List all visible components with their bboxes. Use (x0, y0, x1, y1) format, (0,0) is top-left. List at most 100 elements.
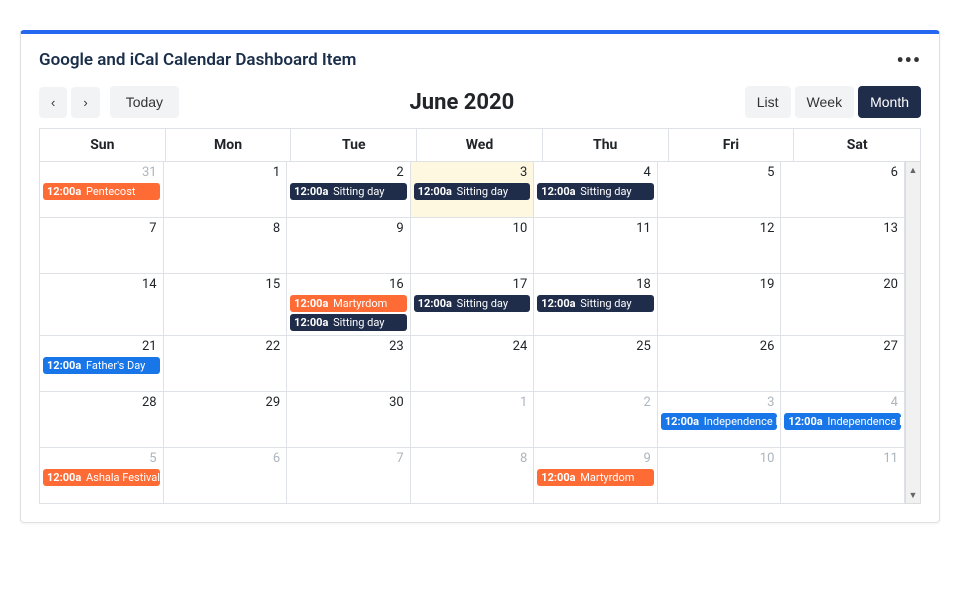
calendar-cell[interactable]: 26 (658, 336, 782, 392)
calendar-event[interactable]: 12:00a Sitting day (290, 183, 407, 200)
events-container: 12:00a Father's Day (40, 357, 163, 378)
day-number: 28 (40, 392, 163, 413)
day-number: 16 (287, 274, 410, 295)
event-title: Sitting day (454, 297, 508, 310)
events-container: 12:00a Martyrdom 12:00a Sitting day (287, 295, 410, 335)
day-number: 3 (411, 162, 534, 183)
calendar-cell[interactable]: 512:00a Ashala Festival (40, 448, 164, 504)
day-number: 20 (781, 274, 904, 295)
calendar-cell[interactable]: 1 (411, 392, 535, 448)
day-number: 11 (534, 218, 657, 239)
calendar-cell[interactable]: 1612:00a Martyrdom 12:00a Sitting day (287, 274, 411, 336)
day-number: 17 (411, 274, 534, 295)
calendar-event[interactable]: 12:00a Sitting day (290, 314, 407, 331)
calendar-cell[interactable]: 1812:00a Sitting day (534, 274, 658, 336)
view-week-button[interactable]: Week (795, 86, 855, 118)
prev-button[interactable]: ‹ (39, 87, 67, 118)
calendar-cell[interactable]: 20 (781, 274, 905, 336)
calendar-event[interactable]: 12:00a Sitting day (537, 295, 654, 312)
calendar-cell[interactable]: 9 (287, 218, 411, 274)
calendar-cell[interactable]: 8 (164, 218, 288, 274)
day-number: 7 (287, 448, 410, 469)
calendar-day-header: SunMonTueWedThuFriSat (39, 128, 921, 161)
calendar-cell[interactable]: 412:00a Sitting day (534, 162, 658, 218)
more-icon[interactable]: ••• (896, 48, 921, 72)
calendar-body: 3112:00a Pentecost1212:00a Sitting day31… (39, 161, 921, 504)
calendar-cell[interactable]: 14 (40, 274, 164, 336)
event-title: Sitting day (578, 297, 632, 310)
day-header-cell: Tue (291, 129, 417, 161)
calendar-cell[interactable]: 24 (411, 336, 535, 392)
day-header-cell: Sun (40, 129, 166, 161)
calendar-cell[interactable]: 2 (534, 392, 658, 448)
calendar-event[interactable]: 12:00a Martyrdom (537, 469, 654, 486)
view-list-button[interactable]: List (745, 86, 791, 118)
calendar-cell[interactable]: 5 (658, 162, 782, 218)
calendar-cell[interactable]: 12 (658, 218, 782, 274)
calendar-cell[interactable]: 7 (40, 218, 164, 274)
day-number: 11 (781, 448, 904, 469)
next-button[interactable]: › (71, 87, 99, 118)
calendar-event[interactable]: 12:00a Martyrdom (290, 295, 407, 312)
event-time: 12:00a (47, 185, 81, 198)
calendar-event[interactable]: 12:00a Sitting day (414, 295, 531, 312)
calendar-cell[interactable]: 6 (164, 448, 288, 504)
calendar-cell[interactable]: 23 (287, 336, 411, 392)
calendar-cell[interactable]: 11 (781, 448, 905, 504)
calendar-cell[interactable]: 2112:00a Father's Day (40, 336, 164, 392)
events-container: 12:00a Pentecost (40, 183, 163, 204)
events-container: 12:00a Sitting day (534, 295, 657, 316)
calendar-cell[interactable]: 25 (534, 336, 658, 392)
calendar-cell[interactable]: 13 (781, 218, 905, 274)
calendar-cell[interactable]: 11 (534, 218, 658, 274)
calendar-cell[interactable]: 912:00a Martyrdom (534, 448, 658, 504)
day-number: 10 (411, 218, 534, 239)
calendar-cell[interactable]: 15 (164, 274, 288, 336)
today-button[interactable]: Today (110, 86, 179, 118)
scroll-down-icon[interactable]: ▼ (906, 487, 920, 503)
day-number: 29 (164, 392, 287, 413)
scroll-up-icon[interactable]: ▲ (906, 162, 920, 178)
calendar-cell[interactable]: 6 (781, 162, 905, 218)
day-number: 14 (40, 274, 163, 295)
calendar-cell[interactable]: 1712:00a Sitting day (411, 274, 535, 336)
day-number: 9 (534, 448, 657, 469)
calendar-event[interactable]: 12:00a Father's Day (43, 357, 160, 374)
calendar-cell[interactable]: 29 (164, 392, 288, 448)
calendar-cell[interactable]: 7 (287, 448, 411, 504)
calendar-cell[interactable]: 10 (658, 448, 782, 504)
calendar-event[interactable]: 12:00a Independence Day (784, 413, 901, 430)
day-number: 1 (164, 162, 287, 183)
calendar-event[interactable]: 12:00a Sitting day (414, 183, 531, 200)
day-number: 26 (658, 336, 781, 357)
events-container: 12:00a Independence Day (658, 413, 781, 434)
calendar-cell[interactable]: 312:00a Sitting day (411, 162, 535, 218)
calendar-event[interactable]: 12:00a Ashala Festival (43, 469, 160, 486)
calendar-cell[interactable]: 27 (781, 336, 905, 392)
calendar-cell[interactable]: 3112:00a Pentecost (40, 162, 164, 218)
calendar-cell[interactable]: 22 (164, 336, 288, 392)
scrollbar[interactable]: ▲ ▼ (905, 161, 921, 504)
calendar-cell[interactable]: 8 (411, 448, 535, 504)
calendar-event[interactable]: 12:00a Sitting day (537, 183, 654, 200)
day-number: 25 (534, 336, 657, 357)
calendar-cell[interactable]: 28 (40, 392, 164, 448)
calendar-cell[interactable]: 312:00a Independence Day (658, 392, 782, 448)
day-number: 5 (40, 448, 163, 469)
scroll-track[interactable] (906, 178, 920, 487)
calendar-cell[interactable]: 19 (658, 274, 782, 336)
day-number: 18 (534, 274, 657, 295)
day-number: 7 (40, 218, 163, 239)
event-title: Sitting day (578, 185, 632, 198)
calendar-cell[interactable]: 1 (164, 162, 288, 218)
calendar-cell[interactable]: 412:00a Independence Day (781, 392, 905, 448)
calendar-cell[interactable]: 212:00a Sitting day (287, 162, 411, 218)
calendar-cell[interactable]: 30 (287, 392, 411, 448)
view-month-button[interactable]: Month (858, 86, 921, 118)
event-title: Martyrdom (330, 297, 387, 310)
chevron-right-icon: › (83, 95, 87, 110)
calendar-cell[interactable]: 10 (411, 218, 535, 274)
day-number: 13 (781, 218, 904, 239)
calendar-event[interactable]: 12:00a Pentecost (43, 183, 160, 200)
calendar-event[interactable]: 12:00a Independence Day (661, 413, 778, 430)
